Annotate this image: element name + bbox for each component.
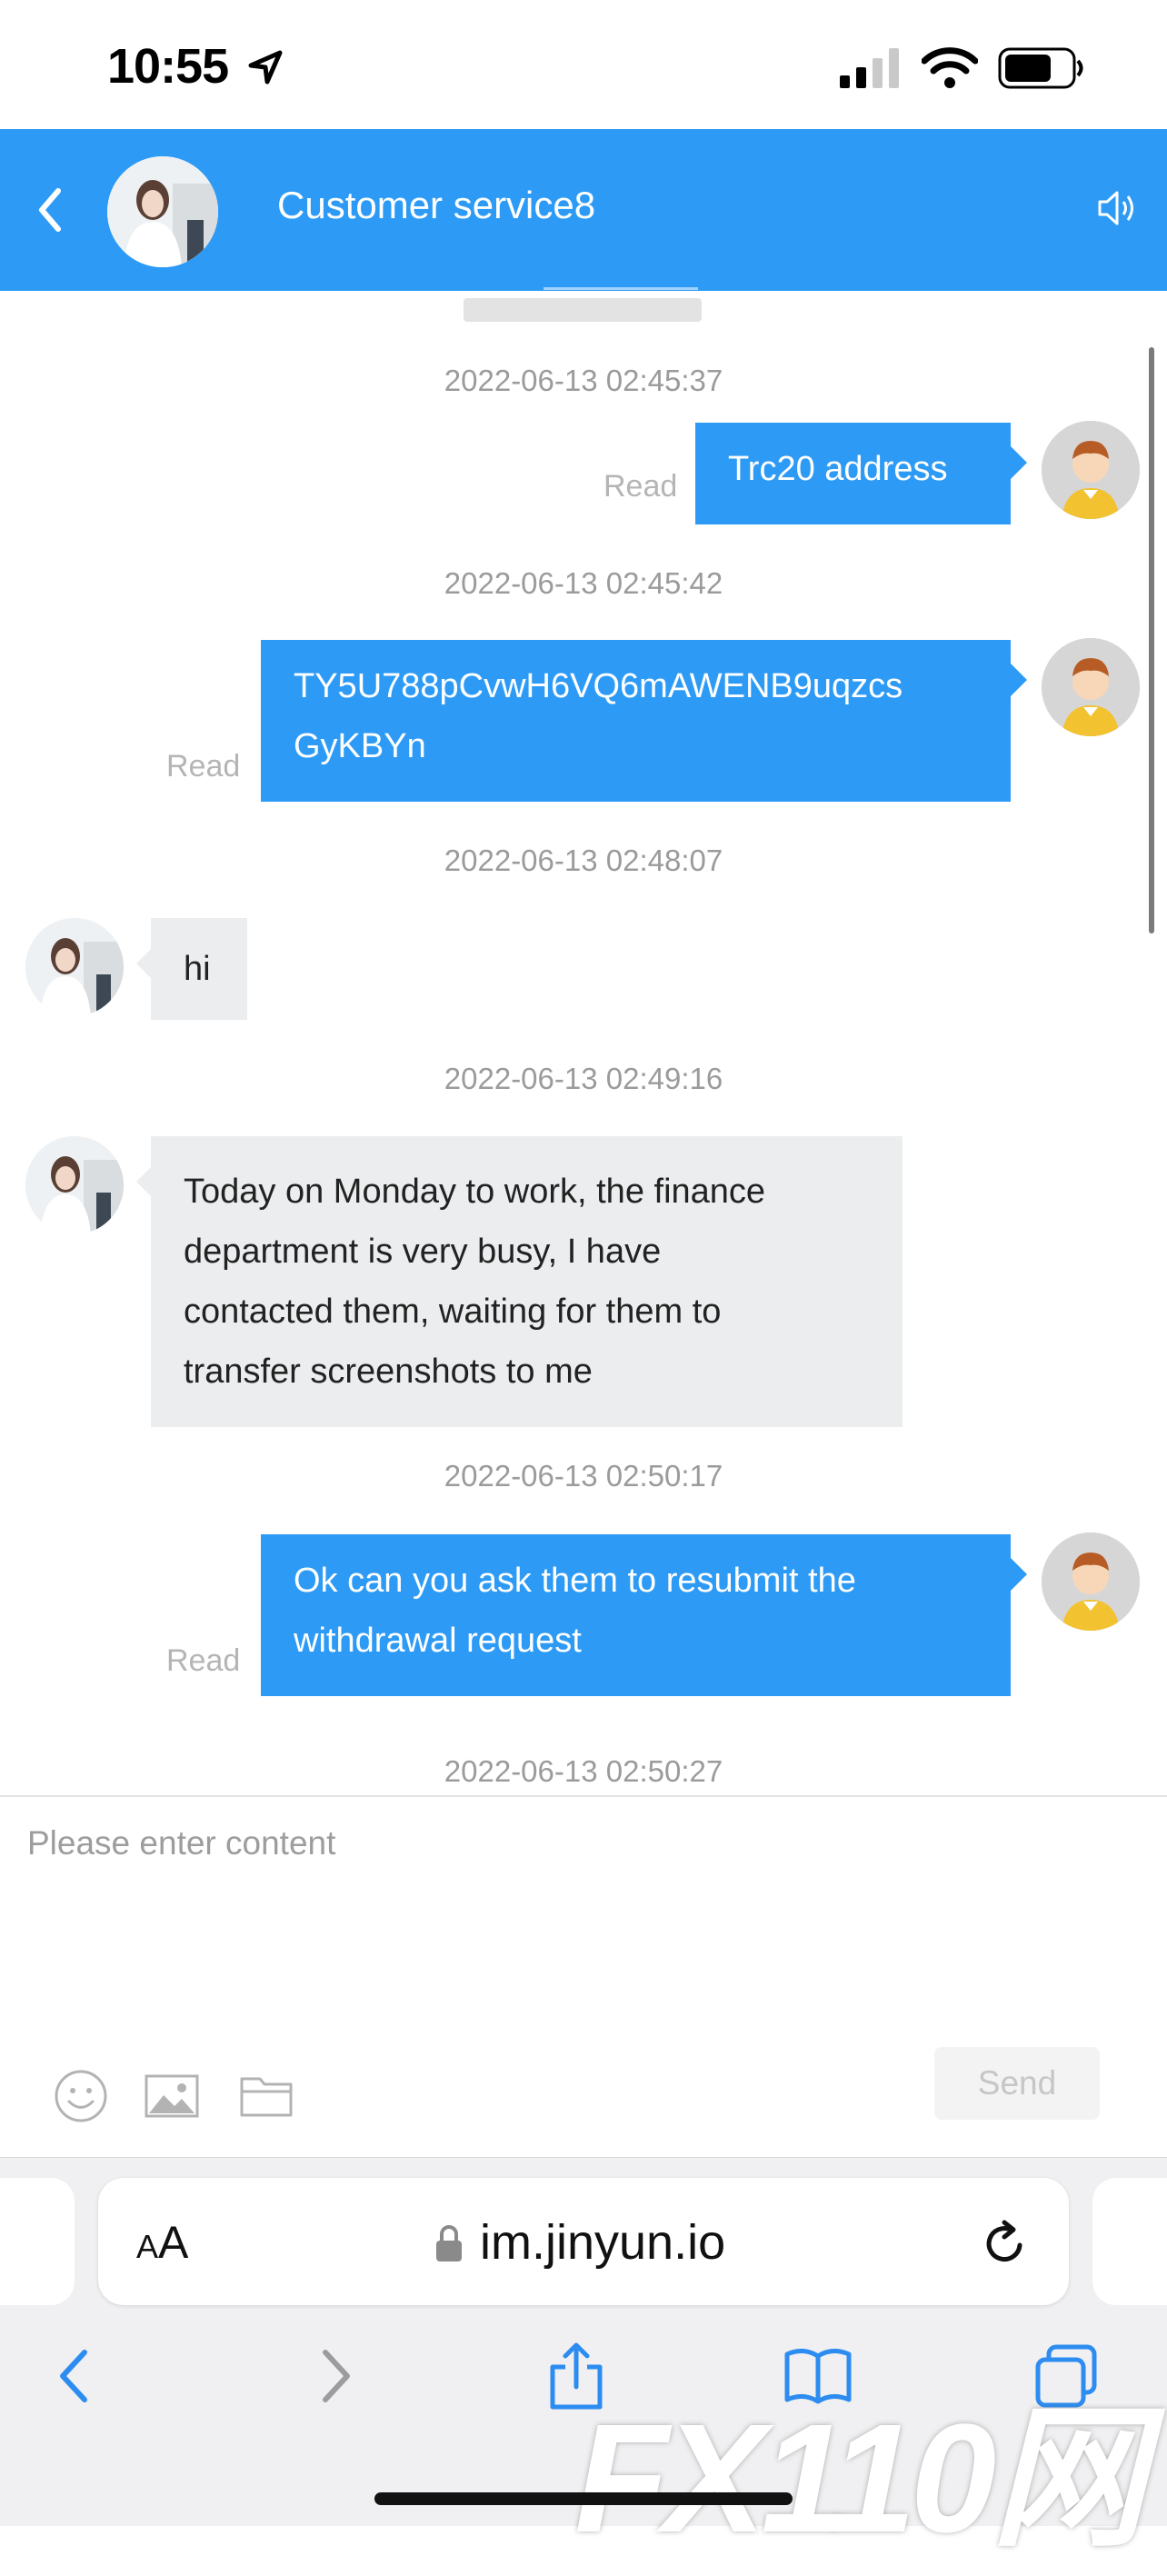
message-timestamp: 2022-06-13 02:45:42 [444,566,723,600]
browser-back-icon[interactable] [41,2340,114,2412]
user-avatar [1042,421,1140,519]
pull-to-load-handle[interactable] [464,298,702,322]
read-receipt: Read [166,1643,241,1678]
status-time: 10:55 [107,39,229,94]
agent-avatar-image [25,1136,124,1234]
outgoing-message-bubble[interactable]: TY5U788pCvwH6VQ6mAWENB9uqzcs GyKBYn [261,640,1027,802]
send-button[interactable]: Send [934,2047,1100,2120]
emoji-icon[interactable] [53,2068,109,2124]
user-avatar [1042,638,1140,736]
message-timestamp: 2022-06-13 02:48:07 [444,844,723,877]
message-timestamp: 2022-06-13 02:45:37 [444,364,723,397]
read-receipt: Read [603,469,678,504]
browser-forward-icon[interactable] [296,2340,369,2412]
header-divider [544,287,698,290]
agent-avatar-image [107,156,218,267]
message-input[interactable]: Please enter content [27,1824,335,1862]
url-text: im.jinyun.io [480,2215,726,2270]
chat-message-list[interactable]: 2022-06-13 02:45:37 Read Trc20 address 2… [0,291,1167,1795]
wifi-icon [922,47,978,88]
message-composer: Please enter content Send [0,1795,1167,2159]
chat-header: Customer service8 [0,129,1167,291]
reader-settings-button[interactable]: AA [136,2216,188,2269]
home-indicator [374,2492,793,2505]
user-avatar [1042,1533,1140,1631]
agent-avatar[interactable] [107,156,218,267]
user-avatar-image [1042,1533,1140,1631]
message-timestamp: 2022-06-13 02:50:27 [444,1754,723,1788]
next-tab[interactable] [1092,2178,1167,2305]
address-bar[interactable]: AA im.jinyun.io [98,2178,1069,2305]
user-avatar-image [1042,421,1140,519]
agent-avatar [25,1136,124,1234]
lock-icon [436,2225,462,2261]
outgoing-message-bubble[interactable]: Ok can you ask them to resubmit the with… [261,1534,1027,1696]
outgoing-message-bubble[interactable]: Trc20 address [695,423,1027,524]
reload-icon[interactable] [980,2218,1031,2269]
message-timestamp: 2022-06-13 02:50:17 [444,1459,723,1493]
incoming-message-bubble[interactable]: hi [136,918,247,1020]
status-bar: 10:55 [0,0,1167,129]
read-receipt: Read [166,749,241,784]
message-timestamp: 2022-06-13 02:49:16 [444,1062,723,1095]
user-avatar-image [1042,638,1140,736]
speaker-icon[interactable] [1094,185,1140,231]
status-icons [838,45,1085,91]
agent-avatar-image [25,918,124,1016]
image-icon[interactable] [144,2068,200,2124]
cellular-signal-icon [840,48,899,88]
previous-tab[interactable] [0,2178,75,2305]
location-arrow-icon [248,50,283,85]
battery-icon [998,47,1083,89]
back-arrow-icon[interactable] [27,180,73,240]
incoming-message-bubble[interactable]: Today on Monday to work, the finance dep… [136,1136,903,1427]
chat-title: Customer service8 [277,184,596,226]
agent-avatar [25,918,124,1016]
folder-icon[interactable] [238,2068,294,2124]
watermark: FX110网 [574,2392,1145,2565]
